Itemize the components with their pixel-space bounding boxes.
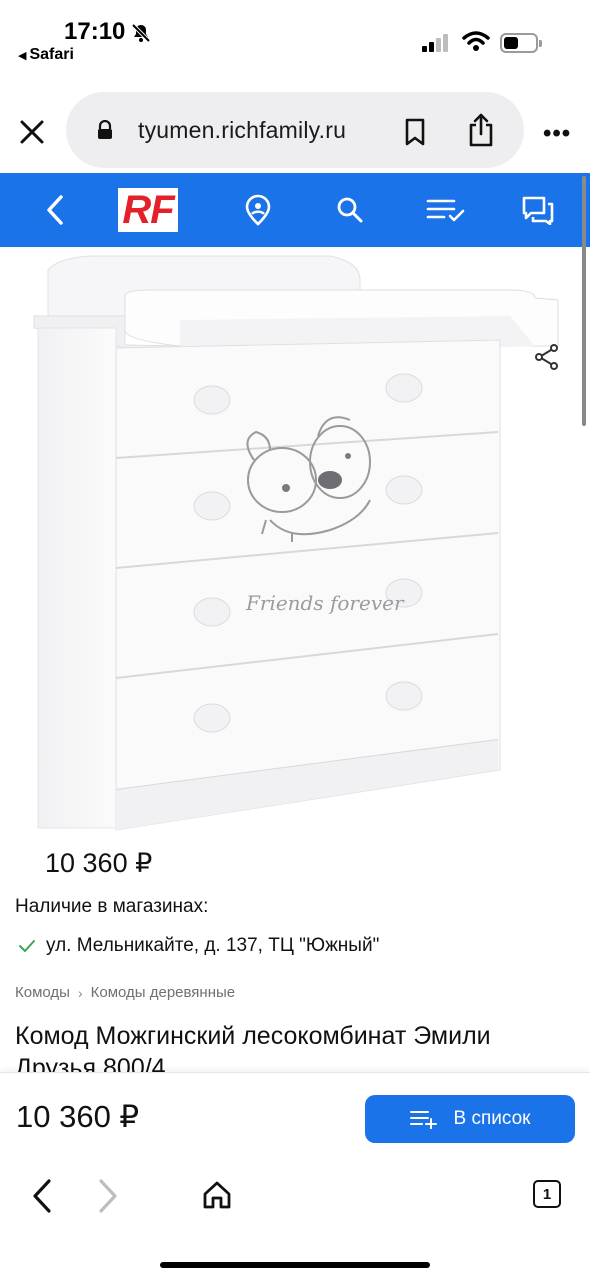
store-availability-item[interactable]: ул. Мельникайте, д. 137, ТЦ "Южный" <box>18 935 379 957</box>
wifi-icon <box>462 31 490 51</box>
address-url: tyumen.richfamily.ru <box>138 117 347 143</box>
home-indicator <box>160 1262 430 1268</box>
page-scrollbar[interactable] <box>582 176 586 426</box>
site-header: RF <box>0 173 590 247</box>
more-icon[interactable]: ••• <box>543 120 571 148</box>
share-product-icon[interactable] <box>534 343 560 371</box>
breadcrumb-item-wooden-dressers[interactable]: Комоды деревянные <box>91 984 236 1001</box>
back-app-label: Safari <box>29 46 74 63</box>
nav-location-button[interactable] <box>232 173 284 247</box>
lock-icon <box>98 120 112 139</box>
sticky-price: 10 360 ₽ <box>16 1099 140 1134</box>
product-image-caption: Friends forever <box>245 591 405 615</box>
list-check-icon <box>426 199 465 222</box>
browser-address-row: tyumen.richfamily.ru ••• <box>0 88 590 172</box>
list-add-icon <box>409 1111 437 1129</box>
chat-icon <box>522 196 554 225</box>
back-triangle-icon: ◀ <box>18 50 27 62</box>
signal-icon <box>422 32 454 52</box>
nav-back-button[interactable] <box>28 173 82 247</box>
home-icon[interactable] <box>202 1180 232 1210</box>
nav-search-button[interactable] <box>324 173 376 247</box>
product-image[interactable]: Friends forever <box>30 250 570 840</box>
product-title: Комод Можгинский лесокомбинат Эмили Друз… <box>15 1022 491 1072</box>
nav-list-button[interactable] <box>418 173 474 247</box>
bookmark-icon[interactable] <box>404 118 426 146</box>
tabs-icon[interactable]: 1 <box>533 1180 561 1208</box>
address-bar[interactable]: tyumen.richfamily.ru <box>66 92 524 168</box>
search-icon <box>337 197 363 223</box>
logo-text: RF <box>118 188 178 232</box>
browser-toolbar: 1 <box>0 1160 590 1280</box>
share-icon[interactable] <box>466 112 496 148</box>
back-icon <box>47 195 63 225</box>
product-price: 10 360 ₽ <box>45 848 153 878</box>
battery-icon <box>500 33 542 53</box>
status-bar: 17:10 ◀ Safari <box>0 0 590 80</box>
availability-title: Наличие в магазинах: <box>15 896 209 917</box>
breadcrumb-item-dressers[interactable]: Комоды <box>15 984 70 1001</box>
bell-slash-icon <box>131 23 151 43</box>
close-icon[interactable] <box>18 118 46 146</box>
sticky-buy-bar: 10 360 ₽ В список <box>0 1072 590 1160</box>
add-to-list-button[interactable]: В список <box>365 1095 575 1143</box>
add-to-list-label: В список <box>453 1108 531 1129</box>
chevron-right-icon: › <box>77 984 83 1001</box>
site-logo[interactable]: RF <box>112 173 184 247</box>
store-address: ул. Мельникайте, д. 137, ТЦ "Южный" <box>46 935 380 956</box>
location-icon <box>245 194 271 226</box>
breadcrumb: Комоды › Комоды деревянные <box>15 984 235 1001</box>
status-time: 17:10 <box>64 18 126 45</box>
back-to-app-link[interactable]: ◀ Safari <box>18 46 74 64</box>
nav-chat-button[interactable] <box>512 173 564 247</box>
check-icon <box>19 940 35 952</box>
back-arrow-icon[interactable] <box>30 1178 54 1214</box>
forward-arrow-icon[interactable] <box>96 1178 120 1214</box>
